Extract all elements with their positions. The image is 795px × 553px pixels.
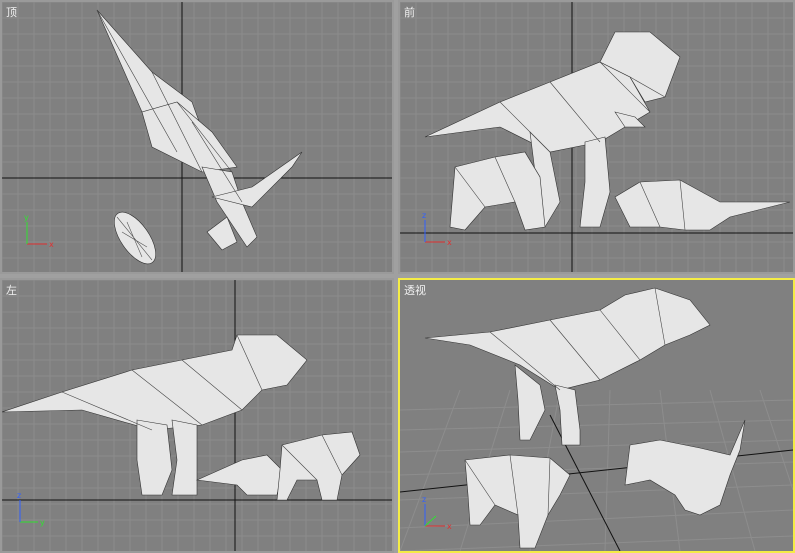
trex-mesh-perspective[interactable] — [424, 287, 711, 446]
viewport-top-label[interactable]: 顶 — [6, 4, 17, 20]
lizard-mesh-front[interactable] — [614, 179, 791, 231]
axis-y-label-top: y — [24, 213, 29, 222]
viewport-perspective[interactable]: 透视 x z — [398, 278, 795, 553]
lion-mesh-perspective[interactable] — [464, 454, 571, 549]
axis-gizmo-perspective: x z — [422, 495, 452, 531]
viewport-left-label[interactable]: 左 — [6, 282, 17, 298]
axis-y-label-left: y — [40, 518, 45, 527]
viewport-front-label[interactable]: 前 — [404, 4, 415, 20]
axis-z-label-persp: z — [422, 495, 426, 504]
axis-z-label-left: z — [17, 491, 21, 500]
axis-x-label-persp: x — [447, 522, 452, 531]
viewport-layout: 顶 x y 前 x z 左 y z 透视 x z — [0, 0, 795, 553]
viewport-front[interactable]: 前 x z — [398, 0, 795, 274]
lion-mesh-left[interactable] — [276, 431, 361, 501]
viewport-perspective-label[interactable]: 透视 — [404, 282, 426, 298]
viewport-left[interactable]: 左 y z — [0, 278, 394, 553]
creature-mesh-top[interactable] — [106, 205, 163, 270]
axis-z-label-front: z — [422, 211, 426, 220]
viewport-left-canvas[interactable]: y z — [2, 280, 392, 551]
viewport-top-canvas[interactable]: x y — [2, 2, 392, 272]
viewport-top[interactable]: 顶 x y — [0, 0, 394, 274]
axis-x-label-front: x — [447, 238, 452, 247]
axis-x-label-top: x — [49, 240, 54, 249]
viewport-perspective-canvas[interactable]: x z — [400, 280, 793, 551]
viewport-front-canvas[interactable]: x z — [400, 2, 793, 272]
lizard-mesh-perspective[interactable] — [624, 419, 746, 516]
axis-gizmo-left: y z — [17, 491, 45, 527]
